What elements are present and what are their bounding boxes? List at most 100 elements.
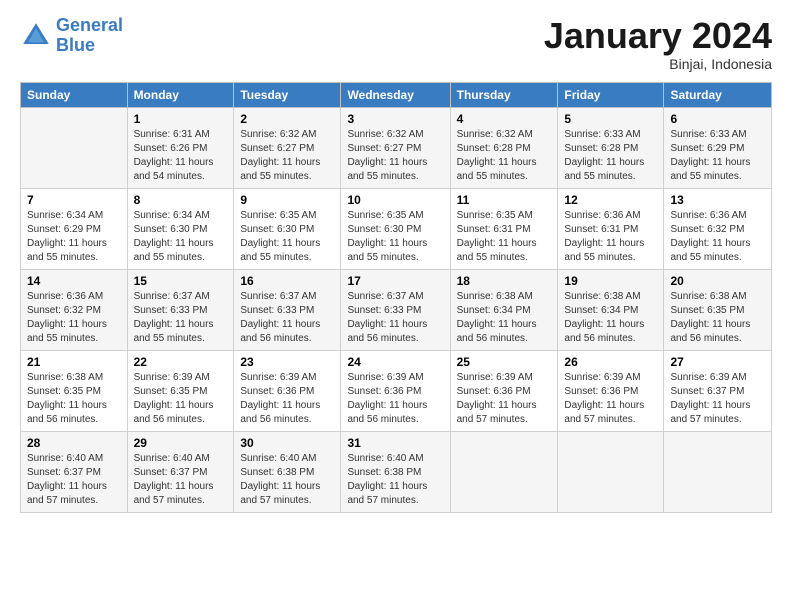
day-number: 8	[134, 193, 228, 207]
day-info: Sunrise: 6:37 AMSunset: 6:33 PMDaylight:…	[240, 290, 334, 346]
calendar-cell: 7 Sunrise: 6:34 AMSunset: 6:29 PMDaylight…	[21, 188, 128, 269]
day-number: 6	[670, 112, 765, 126]
calendar-week-row: 7 Sunrise: 6:34 AMSunset: 6:29 PMDaylight…	[21, 188, 772, 269]
calendar-cell: 3Sunrise: 6:32 AMSunset: 6:27 PMDaylight…	[341, 107, 450, 188]
logo: General Blue	[20, 16, 123, 56]
calendar-header-row: Sunday Monday Tuesday Wednesday Thursday…	[21, 82, 772, 107]
logo-line2: Blue	[56, 35, 95, 55]
day-info: Sunrise: 6:32 AMSunset: 6:28 PMDaylight:…	[457, 128, 552, 184]
day-number: 21	[27, 355, 121, 369]
calendar-cell: 11 Sunrise: 6:35 AMSunset: 6:31 PMDayligh…	[450, 188, 558, 269]
calendar-cell: 22Sunrise: 6:39 AMSunset: 6:35 PMDayligh…	[127, 350, 234, 431]
day-info: Sunrise: 6:36 AMSunset: 6:31 PMDaylight:…	[564, 209, 657, 265]
title-block: January 2024 Binjai, Indonesia	[544, 16, 772, 72]
day-info: Sunrise: 6:35 AMSunset: 6:31 PMDaylight:…	[457, 209, 552, 265]
day-number: 31	[347, 436, 443, 450]
calendar-cell: 15 Sunrise: 6:37 AMSunset: 6:33 PMDayligh…	[127, 269, 234, 350]
day-number: 15	[134, 274, 228, 288]
col-thursday: Thursday	[450, 82, 558, 107]
col-wednesday: Wednesday	[341, 82, 450, 107]
day-number: 24	[347, 355, 443, 369]
day-number: 14	[27, 274, 121, 288]
calendar-cell: 13Sunrise: 6:36 AMSunset: 6:32 PMDayligh…	[664, 188, 772, 269]
calendar-cell: 10Sunrise: 6:35 AMSunset: 6:30 PMDayligh…	[341, 188, 450, 269]
day-number: 25	[457, 355, 552, 369]
day-number: 23	[240, 355, 334, 369]
col-friday: Friday	[558, 82, 664, 107]
calendar-cell: 25 Sunrise: 6:39 AMSunset: 6:36 PMDayligh…	[450, 350, 558, 431]
calendar-cell: 5 Sunrise: 6:33 AMSunset: 6:28 PMDaylight…	[558, 107, 664, 188]
day-info: Sunrise: 6:37 AMSunset: 6:33 PMDaylight:…	[347, 290, 443, 346]
day-info: Sunrise: 6:36 AMSunset: 6:32 PMDaylight:…	[27, 290, 121, 346]
calendar-cell: 20 Sunrise: 6:38 AMSunset: 6:35 PMDayligh…	[664, 269, 772, 350]
day-number: 16	[240, 274, 334, 288]
calendar-cell: 26Sunrise: 6:39 AMSunset: 6:36 PMDayligh…	[558, 350, 664, 431]
col-tuesday: Tuesday	[234, 82, 341, 107]
day-number: 12	[564, 193, 657, 207]
day-number: 26	[564, 355, 657, 369]
day-info: Sunrise: 6:39 AMSunset: 6:36 PMDaylight:…	[240, 371, 334, 427]
day-number: 27	[670, 355, 765, 369]
day-info: Sunrise: 6:35 AMSunset: 6:30 PMDaylight:…	[347, 209, 443, 265]
calendar-week-row: 1 Sunrise: 6:31 AMSunset: 6:26 PMDaylight…	[21, 107, 772, 188]
logo-icon	[20, 20, 52, 52]
day-number: 7	[27, 193, 121, 207]
calendar-cell	[664, 431, 772, 512]
day-number: 9	[240, 193, 334, 207]
logo-line1: General	[56, 15, 123, 35]
day-number: 20	[670, 274, 765, 288]
calendar-week-row: 21Sunrise: 6:38 AMSunset: 6:35 PMDayligh…	[21, 350, 772, 431]
day-info: Sunrise: 6:40 AMSunset: 6:38 PMDaylight:…	[240, 452, 334, 508]
day-info: Sunrise: 6:34 AMSunset: 6:30 PMDaylight:…	[134, 209, 228, 265]
col-monday: Monday	[127, 82, 234, 107]
page-container: General Blue January 2024 Binjai, Indone…	[0, 0, 792, 523]
day-number: 1	[134, 112, 228, 126]
calendar-cell: 9Sunrise: 6:35 AMSunset: 6:30 PMDaylight…	[234, 188, 341, 269]
month-title: January 2024	[544, 16, 772, 56]
day-info: Sunrise: 6:31 AMSunset: 6:26 PMDaylight:…	[134, 128, 228, 184]
calendar-cell: 16 Sunrise: 6:37 AMSunset: 6:33 PMDayligh…	[234, 269, 341, 350]
day-number: 19	[564, 274, 657, 288]
day-info: Sunrise: 6:40 AMSunset: 6:37 PMDaylight:…	[134, 452, 228, 508]
col-saturday: Saturday	[664, 82, 772, 107]
col-sunday: Sunday	[21, 82, 128, 107]
day-number: 2	[240, 112, 334, 126]
page-header: General Blue January 2024 Binjai, Indone…	[20, 16, 772, 72]
calendar-cell	[450, 431, 558, 512]
calendar-cell: 24Sunrise: 6:39 AMSunset: 6:36 PMDayligh…	[341, 350, 450, 431]
day-number: 18	[457, 274, 552, 288]
calendar-cell: 18 Sunrise: 6:38 AMSunset: 6:34 PMDayligh…	[450, 269, 558, 350]
day-info: Sunrise: 6:39 AMSunset: 6:36 PMDaylight:…	[457, 371, 552, 427]
calendar-cell: 30 Sunrise: 6:40 AMSunset: 6:38 PMDayligh…	[234, 431, 341, 512]
day-number: 11	[457, 193, 552, 207]
calendar-cell: 17Sunrise: 6:37 AMSunset: 6:33 PMDayligh…	[341, 269, 450, 350]
calendar-cell: 19 Sunrise: 6:38 AMSunset: 6:34 PMDayligh…	[558, 269, 664, 350]
day-info: Sunrise: 6:32 AMSunset: 6:27 PMDaylight:…	[240, 128, 334, 184]
logo-text: General Blue	[56, 16, 123, 56]
day-info: Sunrise: 6:38 AMSunset: 6:35 PMDaylight:…	[670, 290, 765, 346]
location-subtitle: Binjai, Indonesia	[544, 56, 772, 72]
day-info: Sunrise: 6:38 AMSunset: 6:34 PMDaylight:…	[457, 290, 552, 346]
day-number: 4	[457, 112, 552, 126]
day-info: Sunrise: 6:33 AMSunset: 6:28 PMDaylight:…	[564, 128, 657, 184]
day-number: 5	[564, 112, 657, 126]
day-number: 28	[27, 436, 121, 450]
calendar-cell: 4 Sunrise: 6:32 AMSunset: 6:28 PMDaylight…	[450, 107, 558, 188]
day-number: 29	[134, 436, 228, 450]
day-info: Sunrise: 6:37 AMSunset: 6:33 PMDaylight:…	[134, 290, 228, 346]
calendar-cell: 21Sunrise: 6:38 AMSunset: 6:35 PMDayligh…	[21, 350, 128, 431]
calendar-cell: 27Sunrise: 6:39 AMSunset: 6:37 PMDayligh…	[664, 350, 772, 431]
day-info: Sunrise: 6:36 AMSunset: 6:32 PMDaylight:…	[670, 209, 765, 265]
day-info: Sunrise: 6:32 AMSunset: 6:27 PMDaylight:…	[347, 128, 443, 184]
calendar-cell: 14 Sunrise: 6:36 AMSunset: 6:32 PMDayligh…	[21, 269, 128, 350]
day-number: 30	[240, 436, 334, 450]
day-info: Sunrise: 6:34 AMSunset: 6:29 PMDaylight:…	[27, 209, 121, 265]
calendar-cell	[21, 107, 128, 188]
calendar-cell	[558, 431, 664, 512]
calendar-cell: 1 Sunrise: 6:31 AMSunset: 6:26 PMDaylight…	[127, 107, 234, 188]
calendar-cell: 2 Sunrise: 6:32 AMSunset: 6:27 PMDaylight…	[234, 107, 341, 188]
calendar-week-row: 28 Sunrise: 6:40 AMSunset: 6:37 PMDayligh…	[21, 431, 772, 512]
calendar-cell: 8 Sunrise: 6:34 AMSunset: 6:30 PMDaylight…	[127, 188, 234, 269]
day-info: Sunrise: 6:40 AMSunset: 6:38 PMDaylight:…	[347, 452, 443, 508]
day-info: Sunrise: 6:38 AMSunset: 6:34 PMDaylight:…	[564, 290, 657, 346]
